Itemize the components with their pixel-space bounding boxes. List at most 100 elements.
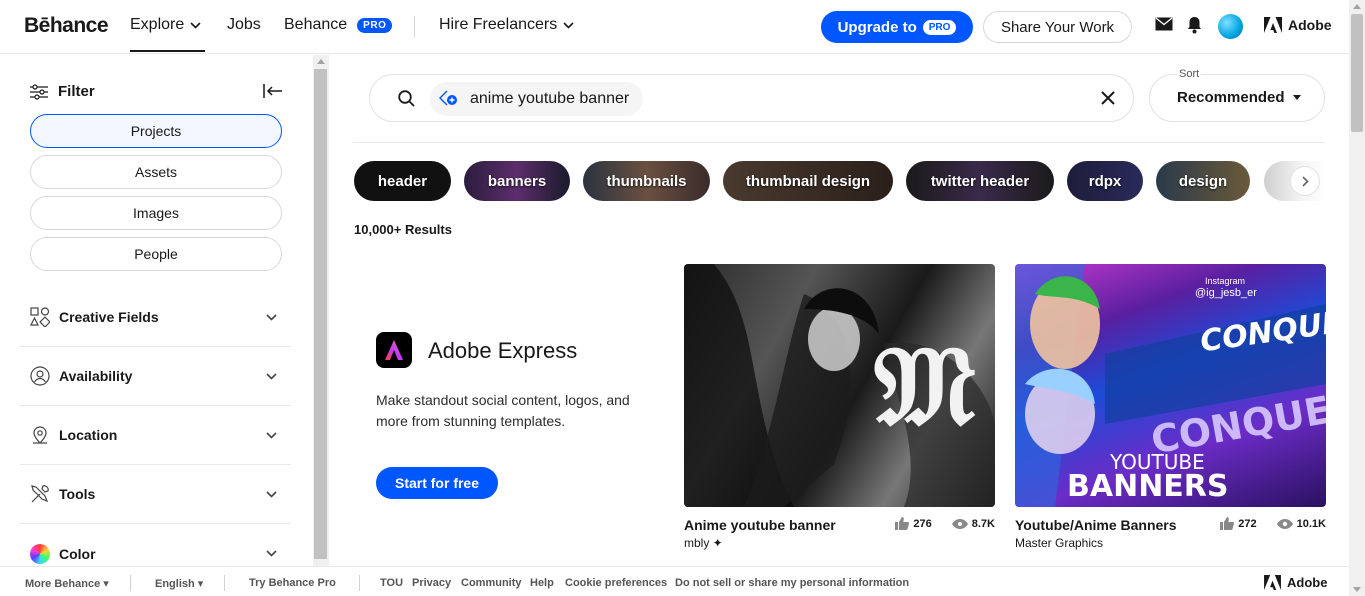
footer-link-community[interactable]: Community	[461, 577, 522, 589]
footer-adobe-link[interactable]: Adobe	[1264, 575, 1327, 590]
creative-fields-icon	[30, 307, 50, 327]
adobe-logo-icon	[1264, 575, 1281, 590]
tag-twitter-header[interactable]: twitter header	[906, 161, 1054, 201]
project-card[interactable]: Instagram @ig_jesb_er CONQUEST CONQUEST …	[1015, 264, 1326, 551]
project-thumbnail[interactable]: 𝔐	[684, 264, 995, 507]
upgrade-to-pro-button[interactable]: Upgrade to PRO	[821, 11, 973, 43]
scroll-up-arrow[interactable]	[317, 59, 325, 64]
page-scrollbar[interactable]	[1349, 0, 1365, 596]
tag-thumbnail-design[interactable]: thumbnail design	[723, 161, 893, 201]
clear-search-icon[interactable]	[1101, 91, 1115, 105]
footer-adobe-label: Adobe	[1287, 575, 1328, 590]
project-owner[interactable]: Master Graphics	[1015, 536, 1103, 550]
chevron-down-icon	[563, 21, 574, 29]
footer-link-tou[interactable]: TOU	[380, 577, 403, 589]
project-meta: Anime youtube banner mbly ✦ 276 8.7K	[684, 517, 995, 551]
footer-more-behance[interactable]: More Behance ▾	[25, 577, 109, 590]
footer-link-do-not-sell[interactable]: Do not sell or share my personal informa…	[675, 577, 909, 589]
chevron-down-icon	[266, 431, 277, 439]
scroll-up-arrow[interactable]	[1353, 4, 1361, 9]
location-pin-icon	[33, 426, 47, 444]
start-for-free-button[interactable]: Start for free	[376, 467, 498, 499]
search-query-chip[interactable]: anime youtube banner	[430, 82, 644, 116]
nav-behance-pro[interactable]: Behance PRO	[284, 16, 393, 34]
notification-bell-icon[interactable]	[1187, 16, 1202, 34]
views-count: 10.1K	[1296, 517, 1326, 530]
youtube-banners-artwork: Instagram @ig_jesb_er CONQUEST CONQUEST …	[1015, 264, 1326, 507]
footer-separator	[359, 575, 360, 591]
sort-label: Sort	[1177, 68, 1202, 80]
results-count: 10,000+ Results	[354, 222, 452, 237]
project-card[interactable]: 𝔐 Anime youtube banner mbly ✦ 276 8.7K	[684, 264, 995, 551]
tag-design[interactable]: design	[1156, 161, 1250, 201]
accordion-label: Creative Fields	[59, 309, 159, 325]
chevron-down-icon	[266, 313, 277, 321]
filter-type-people[interactable]: People	[30, 237, 282, 271]
accordion-label: Availability	[59, 368, 133, 384]
filter-type-projects[interactable]: Projects	[30, 114, 282, 148]
footer-separator	[130, 575, 131, 591]
accordion-color[interactable]: Color	[20, 524, 291, 566]
project-title[interactable]: Youtube/Anime Banners	[1015, 517, 1177, 533]
filter-type-images[interactable]: Images	[30, 196, 282, 230]
tag-header[interactable]: header	[354, 161, 451, 201]
adobe-brand-link[interactable]: Adobe	[1264, 17, 1332, 33]
adobe-express-logo	[376, 332, 412, 368]
nav-divider	[414, 16, 415, 38]
search-bar[interactable]: anime youtube banner	[369, 74, 1134, 122]
footer-link-cookie-preferences[interactable]: Cookie preferences	[565, 577, 667, 589]
project-owner[interactable]: mbly ✦	[684, 536, 723, 550]
sidebar-scrollbar-thumb[interactable]	[314, 69, 327, 559]
accordion-label: Color	[59, 545, 96, 562]
filter-header: Filter	[30, 83, 95, 100]
accordion-label: Location	[59, 427, 118, 443]
ai-search-icon	[439, 90, 457, 106]
accordion-location[interactable]: Location	[20, 406, 291, 465]
share-your-work-button[interactable]: Share Your Work	[983, 11, 1132, 43]
nav-explore-label: Explore	[130, 16, 185, 33]
availability-icon	[30, 366, 50, 386]
eye-icon	[951, 518, 968, 529]
sort-dropdown[interactable]: Recommended	[1149, 74, 1325, 122]
likes-count: 272	[1238, 517, 1257, 530]
search-query-text: anime youtube banner	[470, 90, 630, 107]
footer-try-pro[interactable]: Try Behance Pro	[249, 577, 336, 589]
footer-link-help[interactable]: Help	[530, 577, 554, 589]
filter-sliders-icon	[30, 83, 48, 100]
footer-language[interactable]: English ▾	[155, 577, 203, 590]
search-icon	[398, 90, 415, 107]
footer: More Behance ▾ English ▾ Try Behance Pro…	[0, 566, 1349, 596]
adobe-express-ad: Adobe Express Make standout social conte…	[353, 264, 664, 507]
tags-next-button[interactable]	[1290, 166, 1320, 196]
project-thumbnail[interactable]: Instagram @ig_jesb_er CONQUEST CONQUEST …	[1015, 264, 1326, 507]
behance-logo[interactable]: Bēhance	[24, 14, 109, 38]
tag-rdpx[interactable]: rdpx	[1067, 161, 1143, 201]
views-count: 8.7K	[971, 517, 995, 530]
mail-icon[interactable]	[1155, 17, 1173, 31]
nav-jobs[interactable]: Jobs	[227, 16, 261, 34]
filter-type-assets[interactable]: Assets	[30, 155, 282, 189]
project-stats: 272 10.1K	[1220, 517, 1326, 530]
gothic-letter-decoration: 𝔐	[874, 321, 976, 450]
filter-sidebar: Filter Projects Assets Images People Cre…	[0, 55, 312, 566]
ad-title: Adobe Express	[428, 338, 578, 363]
sort-value-label: Recommended	[1177, 89, 1285, 106]
eye-icon	[1276, 518, 1293, 529]
project-title[interactable]: Anime youtube banner	[684, 517, 836, 533]
tag-thumbnails[interactable]: thumbnails	[583, 161, 710, 201]
user-avatar[interactable]	[1218, 14, 1243, 39]
tag-banners[interactable]: banners	[464, 161, 570, 201]
accordion-tools[interactable]: Tools	[20, 465, 291, 524]
footer-link-privacy[interactable]: Privacy	[412, 577, 451, 589]
nav-hire-freelancers[interactable]: Hire Freelancers	[439, 16, 574, 34]
collapse-sidebar-icon[interactable]	[263, 83, 283, 99]
accordion-availability[interactable]: Availability	[20, 347, 291, 406]
sidebar-scrollbar[interactable]	[313, 55, 329, 566]
pro-badge: PRO	[922, 19, 957, 35]
page-scrollbar-thumb[interactable]	[1351, 14, 1363, 132]
nav-explore[interactable]: Explore	[130, 16, 206, 52]
chevron-right-icon	[1301, 175, 1309, 187]
accordion-creative-fields[interactable]: Creative Fields	[20, 288, 291, 347]
scroll-down-arrow[interactable]	[1353, 587, 1361, 592]
tags-overflow-fade	[1264, 161, 1326, 201]
